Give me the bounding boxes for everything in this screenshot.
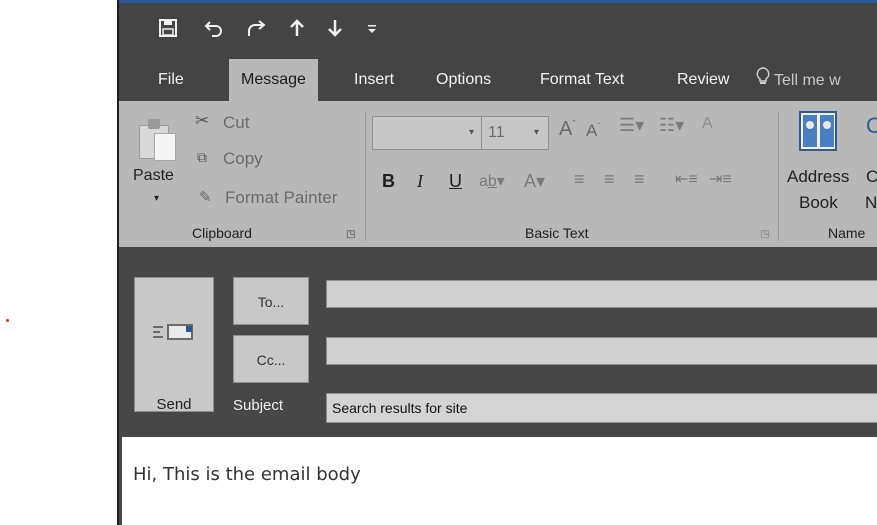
copy-button[interactable]: ⧉ Copy [197, 147, 277, 173]
to-button[interactable]: To... [233, 277, 309, 325]
align-center-icon[interactable]: ≡ [604, 169, 615, 190]
clipboard-launcher-icon[interactable]: ◳ [346, 229, 355, 240]
tab-options[interactable]: Options [436, 59, 491, 101]
check-names-icon[interactable]: C [866, 113, 877, 139]
clipboard-group-label: Clipboard [192, 225, 252, 241]
lightbulb-icon [756, 59, 770, 101]
paste-label: Paste [133, 167, 174, 184]
copy-icon: ⧉ [197, 149, 207, 165]
cc-field[interactable] [326, 337, 877, 365]
format-painter-label: Format Painter [225, 188, 338, 207]
compose-header: Send To... Cc... Subject Search results … [119, 247, 877, 431]
font-size-combobox[interactable]: 11 ▾ [481, 116, 549, 150]
copy-label: Copy [223, 149, 263, 168]
address-book-label-line2: Book [799, 193, 838, 212]
send-button[interactable]: Send [134, 277, 214, 413]
redo-icon[interactable] [245, 19, 267, 43]
increase-indent-icon[interactable]: ⇥≡ [709, 169, 732, 189]
tell-me-search[interactable]: Tell me w [756, 59, 841, 101]
font-dropdown-icon: ▾ [469, 127, 475, 138]
check-names-label-line1[interactable]: C [866, 167, 877, 187]
shrink-font-icon[interactable]: Aˇ [586, 121, 600, 141]
message-body-container: Hi, This is the email body [119, 431, 877, 525]
tell-me-text: Tell me w [774, 72, 841, 89]
cc-button[interactable]: Cc... [233, 335, 309, 383]
bullets-icon[interactable]: ☰▾ [619, 115, 644, 136]
to-field[interactable] [326, 280, 877, 308]
tab-review[interactable]: Review [677, 59, 729, 101]
grow-font-icon[interactable]: Aˆ [559, 118, 576, 141]
address-book-label-line1: Address [787, 167, 850, 186]
font-name-combobox[interactable]: ▾ [372, 116, 482, 150]
quick-access-toolbar [119, 3, 877, 59]
clear-formatting-icon[interactable]: A [702, 115, 713, 133]
red-dot-marker [6, 319, 9, 322]
decrease-indent-icon[interactable]: ⇤≡ [675, 169, 698, 189]
font-size-value: 11 [488, 124, 505, 141]
paste-dropdown-icon: ▾ [154, 193, 160, 204]
bold-button[interactable]: B [382, 171, 395, 192]
check-names-label-line2[interactable]: N [865, 193, 877, 213]
font-color-icon[interactable]: A▾ [524, 171, 545, 192]
ribbon-message: Paste ▾ ✂ Cut ⧉ Copy ✎ Format Painter Cl… [119, 101, 877, 247]
italic-button[interactable]: I [417, 171, 423, 192]
send-label: Send [156, 396, 192, 413]
cut-label: Cut [223, 113, 250, 132]
group-separator [365, 111, 366, 241]
message-body-editor[interactable]: Hi, This is the email body [122, 437, 877, 525]
save-icon[interactable] [159, 19, 177, 43]
paste-button[interactable]: Paste ▾ [133, 109, 185, 217]
paste-icon [139, 117, 179, 161]
send-icon [153, 320, 197, 342]
subject-label: Subject [233, 397, 284, 414]
basic-text-launcher-icon[interactable]: ◳ [760, 229, 769, 240]
names-group-label: Name [828, 225, 866, 241]
message-body-text: Hi, This is the email body [133, 464, 361, 485]
size-dropdown-icon: ▾ [534, 127, 540, 138]
basic-text-group-label: Basic Text [525, 225, 589, 241]
arrow-down-icon[interactable] [327, 19, 343, 43]
numbering-icon[interactable]: ☷▾ [659, 115, 684, 136]
underline-button[interactable]: U [449, 171, 462, 192]
arrow-up-icon[interactable] [289, 19, 305, 43]
address-book-button[interactable]: Address Book [783, 107, 869, 217]
paintbrush-icon: ✎ [199, 189, 212, 206]
address-book-icon [799, 111, 837, 151]
customize-qat-icon[interactable] [367, 19, 377, 41]
cut-button[interactable]: ✂ Cut [195, 111, 265, 137]
tab-message[interactable]: Message [229, 59, 318, 101]
format-painter-button[interactable]: ✎ Format Painter [199, 186, 359, 212]
align-left-icon[interactable]: ≡ [574, 169, 585, 190]
tab-file[interactable]: File [158, 59, 184, 101]
subject-field[interactable]: Search results for site [326, 393, 877, 423]
tab-format-text[interactable]: Format Text [540, 59, 624, 101]
undo-icon[interactable] [204, 19, 224, 43]
ribbon-tabs: File Message Insert Options Format Text … [119, 59, 877, 101]
group-separator [778, 111, 779, 241]
scissors-icon: ✂ [195, 111, 210, 130]
tab-insert[interactable]: Insert [354, 59, 394, 101]
align-right-icon[interactable]: ≡ [634, 169, 645, 190]
outlook-compose-window: File Message Insert Options Format Text … [119, 0, 877, 525]
highlight-color-icon[interactable]: ab̲▾ [479, 171, 505, 191]
